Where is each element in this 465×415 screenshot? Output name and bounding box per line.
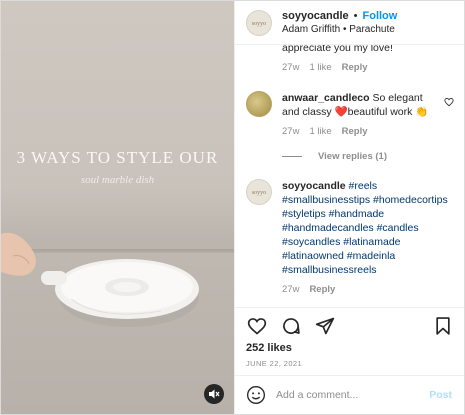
comment-time[interactable]: 27w [282, 283, 299, 297]
comment-item: anwaar_candleco So elegant and classy ❤️… [246, 91, 456, 139]
caption-hashtags[interactable]: #reels #smallbusinesstips #homedecortips… [282, 180, 448, 276]
svg-text:soyyo: soyyo [252, 21, 266, 27]
post-sidebar: soyyo soyyocandle • Follow Adam Griffith… [234, 1, 464, 414]
reply-button[interactable]: Reply [342, 61, 368, 75]
comment-input[interactable] [276, 389, 430, 401]
hand-image [1, 232, 36, 276]
share-button[interactable] [314, 315, 336, 337]
post-modal: 3 WAYS TO STYLE OUR soul marble dish soy… [0, 0, 465, 415]
comment-likes[interactable]: 1 like [309, 61, 331, 75]
marble-dish-image [41, 259, 199, 327]
reply-button[interactable]: Reply [309, 283, 335, 297]
post-header: soyyo soyyocandle • Follow Adam Griffith… [235, 1, 464, 45]
brand-logo-icon: soyyo [252, 21, 266, 27]
avatar[interactable]: soyyo [246, 179, 272, 205]
emoji-icon[interactable] [246, 385, 266, 405]
svg-text:soyyo: soyyo [252, 190, 266, 196]
save-button[interactable] [432, 315, 454, 337]
comment-text: appreciate you my love! [282, 45, 393, 54]
add-comment-bar: Post [235, 375, 464, 414]
follow-button[interactable]: Follow [363, 9, 398, 23]
like-button[interactable] [246, 315, 268, 337]
comment-likes[interactable]: 1 like [309, 125, 331, 139]
bookmark-icon [436, 317, 450, 335]
post-button[interactable]: Post [429, 389, 452, 401]
speaker-muted-icon [209, 389, 220, 399]
share-icon [315, 317, 335, 335]
avatar[interactable]: soyyo [246, 9, 272, 36]
avatar[interactable] [246, 91, 272, 117]
video-overlay-subtitle: soul marble dish [80, 174, 155, 186]
post-date[interactable]: JUNE 22, 2021 [246, 359, 302, 368]
reply-button[interactable]: Reply [342, 125, 368, 139]
post-actions: 252 likes JUNE 22, 2021 [235, 307, 464, 375]
comment-item: appreciate you my love! 27w 1 like Reply [246, 45, 456, 75]
comment-icon [283, 318, 300, 334]
reel-video[interactable]: 3 WAYS TO STYLE OUR soul marble dish [1, 1, 234, 414]
comments-list[interactable]: appreciate you my love! 27w 1 like Reply [235, 45, 464, 307]
video-overlay-title: 3 WAYS TO STYLE OUR [16, 148, 219, 167]
view-replies-button[interactable]: View replies (1) [282, 151, 387, 162]
caption-item: soyyo soyyocandle #reels #smallbusinesst… [246, 179, 456, 297]
header-separator: • [353, 9, 358, 22]
heart-icon [444, 98, 454, 107]
comment-time[interactable]: 27w [282, 125, 299, 139]
heart-icon [247, 318, 267, 335]
view-replies-label: View replies (1) [318, 151, 387, 162]
divider-line [282, 156, 302, 157]
comment-button[interactable] [280, 315, 302, 337]
audio-attribution[interactable]: Adam Griffith • Parachute [282, 23, 397, 37]
comment-username[interactable]: anwaar_candleco [282, 92, 370, 104]
comment-like-button[interactable] [444, 97, 454, 110]
brand-logo-icon: soyyo [252, 190, 266, 196]
mute-button[interactable] [204, 384, 224, 404]
likes-count[interactable]: 252 likes [246, 342, 292, 354]
caption-username[interactable]: soyyocandle [282, 180, 346, 192]
header-username[interactable]: soyyocandle [282, 9, 349, 23]
comment-time[interactable]: 27w [282, 61, 299, 75]
